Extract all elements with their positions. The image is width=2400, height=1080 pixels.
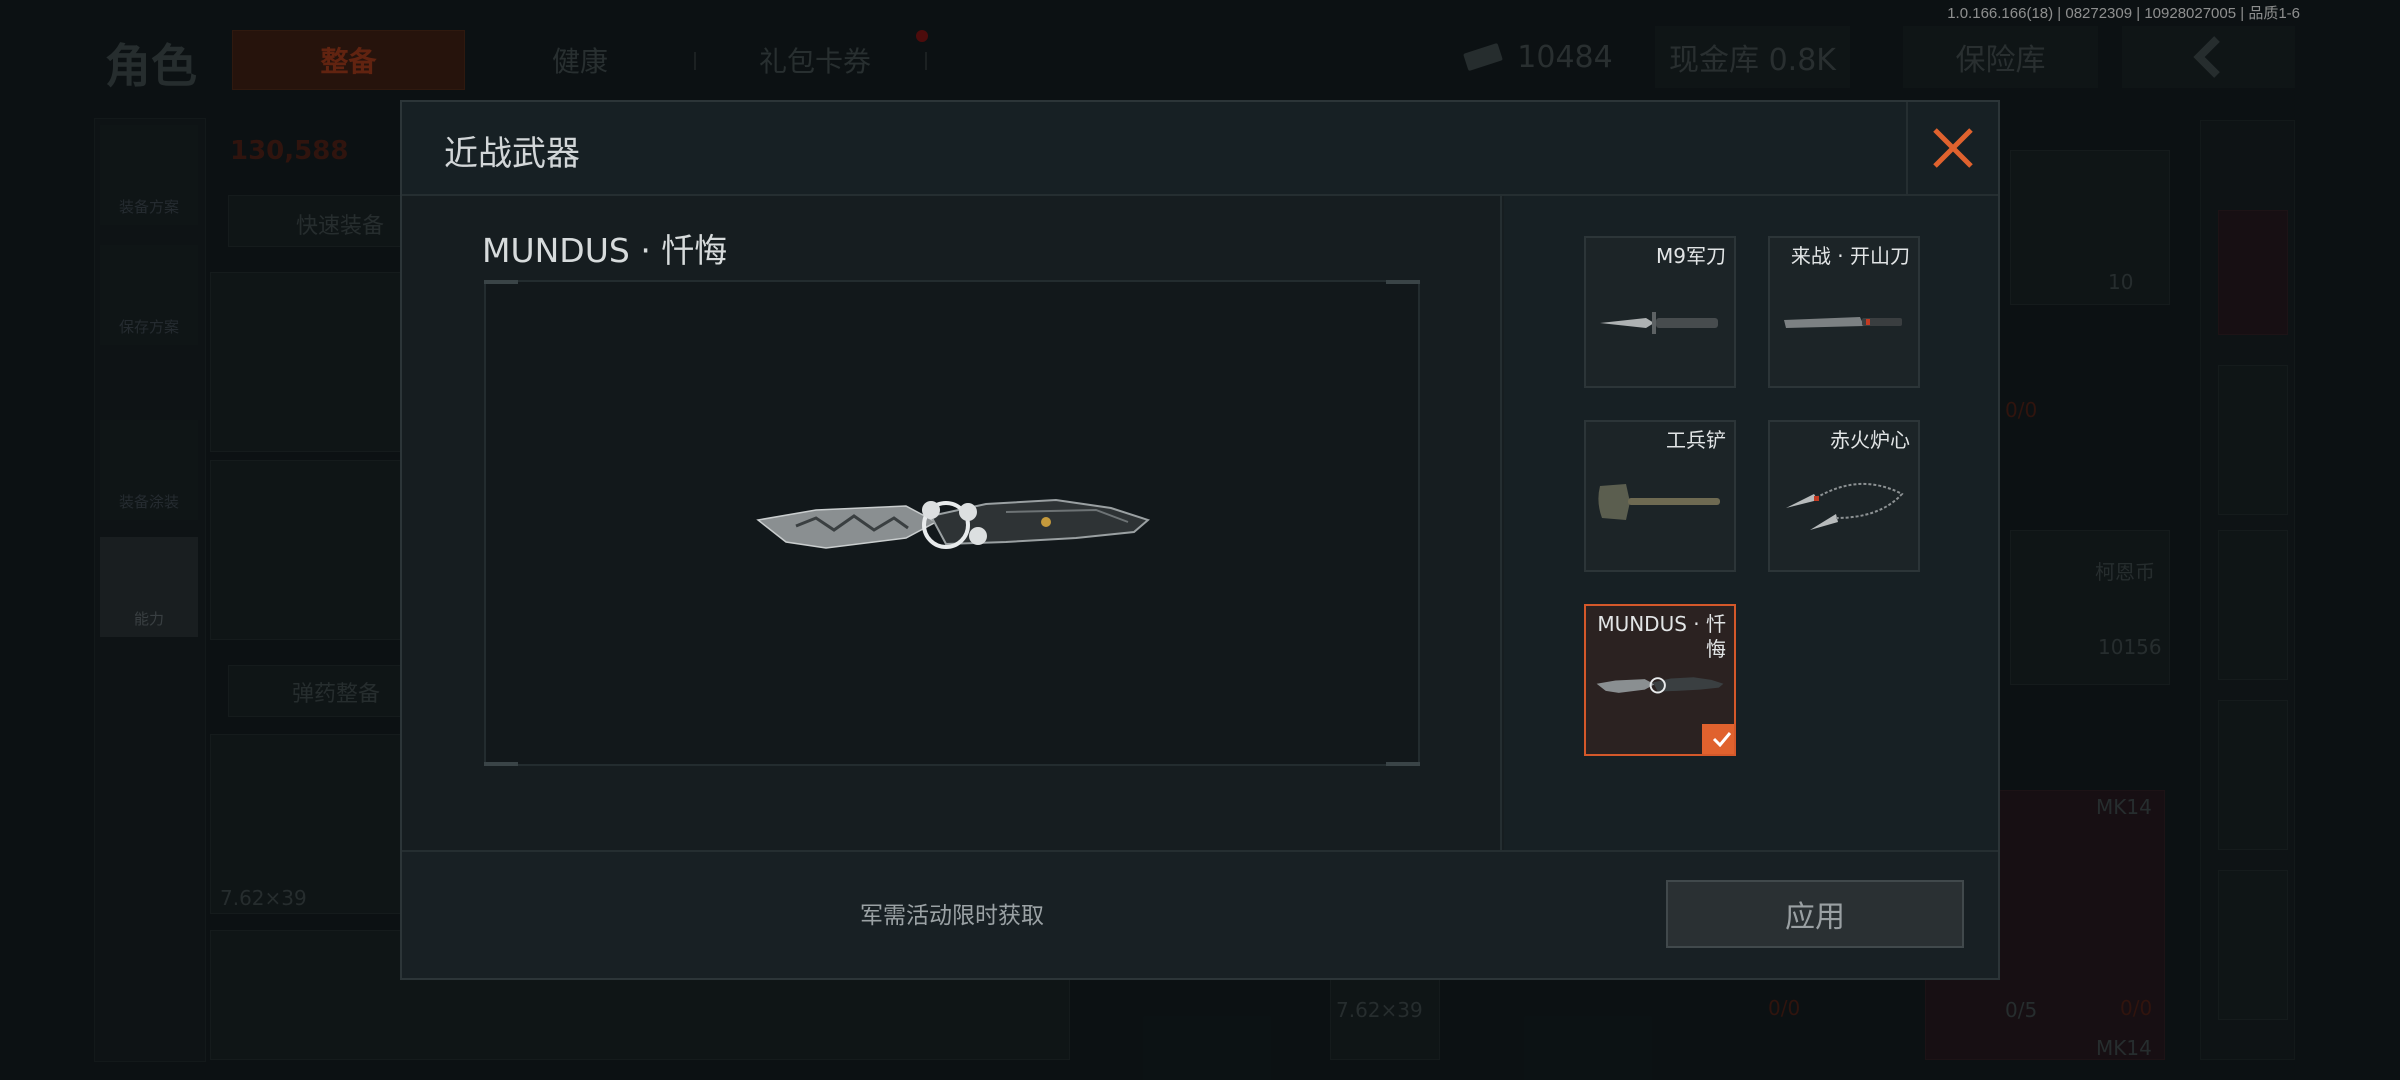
bayonet-icon [1600, 312, 1718, 334]
weapon-card-m9-bayonet[interactable]: M9军刀 [1584, 236, 1736, 388]
mundus-knife-icon [1596, 677, 1724, 694]
chain-knife-icon [1786, 483, 1904, 530]
machete-icon [1784, 317, 1902, 328]
weapon-card-chain-knife[interactable]: 赤火炉心 [1768, 420, 1920, 572]
apply-button[interactable]: 应用 [1666, 880, 1964, 948]
dialog-header: 近战武器 [402, 102, 1998, 196]
selected-weapon-name: MUNDUS · 忏悔 [482, 231, 728, 270]
weapon-card-machete[interactable]: 来战 · 开山刀 [1768, 236, 1920, 388]
weapon-list: M9军刀 来战 · 开山刀 工兵铲 赤火炉心 MUNDUS · 忏悔 [1504, 196, 1998, 850]
selected-check-icon [1702, 724, 1734, 754]
dialog-title: 近战武器 [444, 134, 580, 174]
weapon-card-label: 工兵铲 [1666, 428, 1726, 452]
close-button[interactable] [1906, 102, 1998, 194]
acquire-hint: 军需活动限时获取 [860, 903, 1044, 929]
close-icon [1933, 128, 1973, 168]
weapon-preview-panel: MUNDUS · 忏悔 [402, 196, 1502, 850]
mundus-knife-icon [756, 498, 1151, 549]
weapon-card-mundus[interactable]: MUNDUS · 忏悔 [1584, 604, 1736, 756]
weapon-card-label: 来战 · 开山刀 [1790, 244, 1910, 268]
weapon-card-label: M9军刀 [1656, 244, 1726, 268]
melee-weapon-dialog: 近战武器 MUNDUS · 忏悔 M9军刀 来战 · 开山刀 工兵铲 赤火炉心 … [400, 100, 2000, 980]
shovel-icon [1598, 484, 1720, 520]
weapon-card-label: MUNDUS · 忏悔 [1597, 612, 1726, 661]
weapon-card-shovel[interactable]: 工兵铲 [1584, 420, 1736, 572]
weapon-preview-frame[interactable] [484, 280, 1420, 766]
dialog-footer: 军需活动限时获取 应用 [402, 850, 1998, 978]
weapon-card-label: 赤火炉心 [1830, 428, 1910, 452]
